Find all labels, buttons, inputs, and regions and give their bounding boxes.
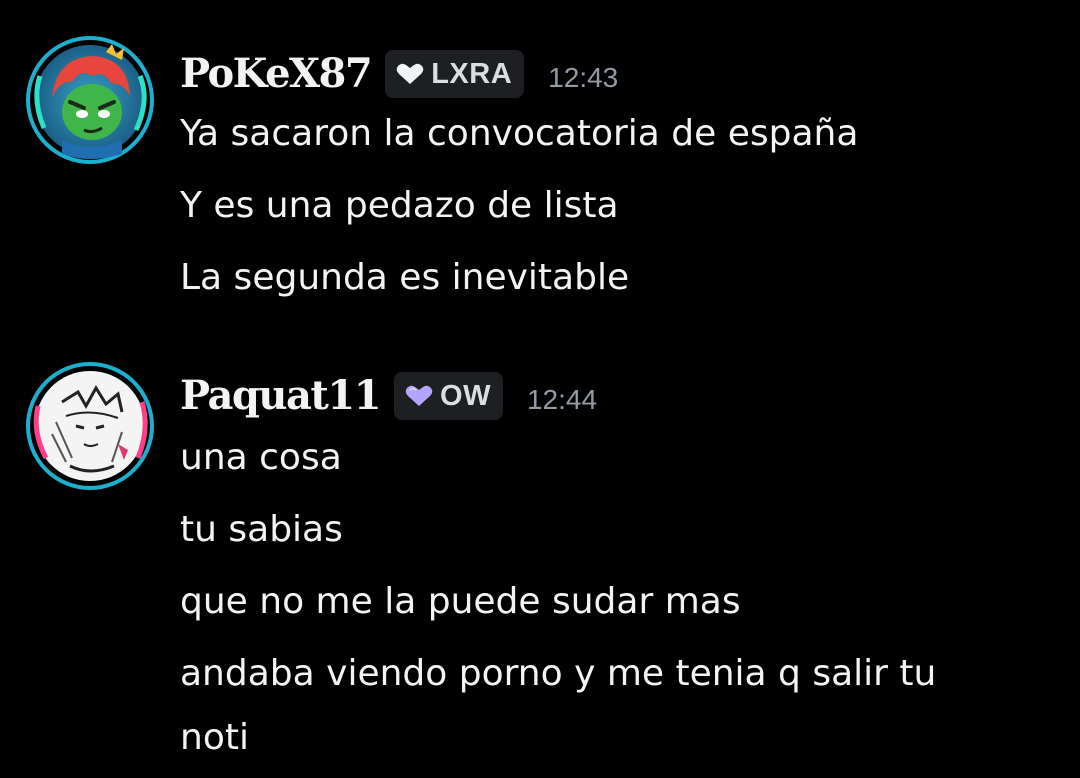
manga-character-avatar-icon <box>26 362 154 490</box>
avatar[interactable] <box>26 36 154 164</box>
heart-icon <box>396 63 424 84</box>
message-line: noti <box>180 717 249 758</box>
guild-tag[interactable]: LXRA <box>385 50 525 98</box>
green-character-avatar-icon <box>26 36 154 164</box>
message-line: andaba viendo porno y me tenia q salir t… <box>180 653 937 694</box>
heart-icon <box>405 385 433 406</box>
message-header: Paquat11 OW 12:44 <box>180 366 597 426</box>
message-line: Y es una pedazo de lista <box>180 185 619 226</box>
timestamp: 12:43 <box>548 62 619 93</box>
username[interactable]: Paquat11 <box>180 376 382 416</box>
message-line: que no me la puede sudar mas <box>180 581 741 622</box>
message-line: tu sabias <box>180 509 343 550</box>
message-line: Ya sacaron la convocatoria de españa <box>180 113 859 154</box>
avatar[interactable] <box>26 362 154 490</box>
message-header: PoKeX87 LXRA 12:43 <box>180 44 618 104</box>
message-line: La segunda es inevitable <box>180 257 630 298</box>
guild-tag-label: LXRA <box>431 57 513 90</box>
message-line: una cosa <box>180 437 342 478</box>
username[interactable]: PoKeX87 <box>180 54 373 94</box>
guild-tag[interactable]: OW <box>394 372 503 420</box>
timestamp: 12:44 <box>526 384 598 415</box>
guild-tag-label: OW <box>440 379 491 412</box>
